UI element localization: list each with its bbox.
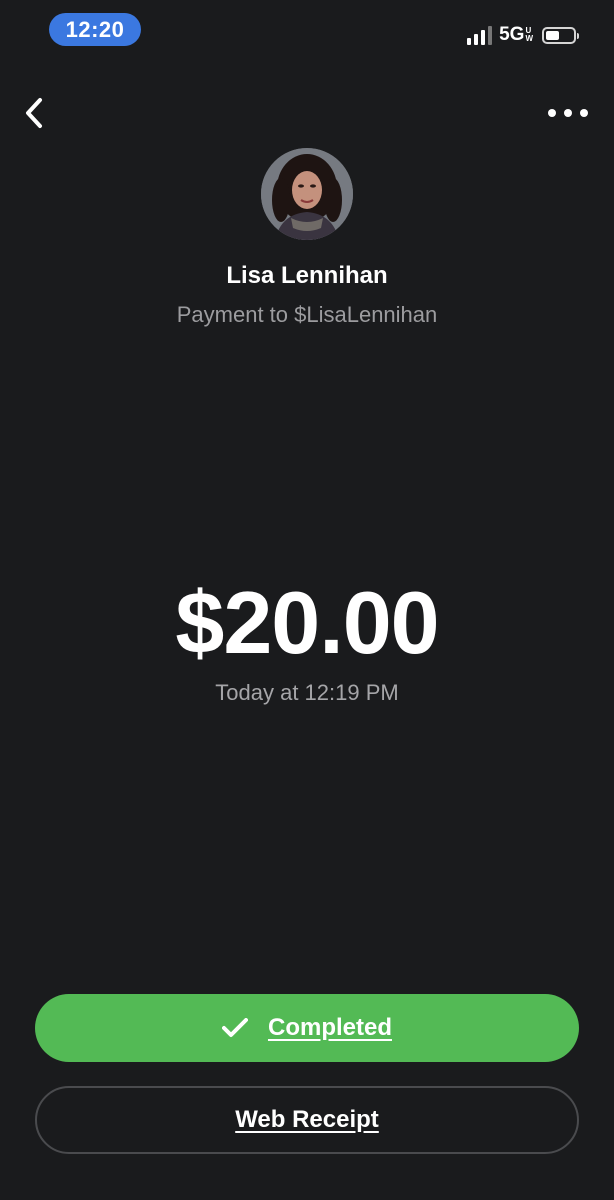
battery-level-fill xyxy=(546,30,559,40)
completed-label: Completed xyxy=(267,1014,392,1041)
more-horizontal-icon-dot xyxy=(564,109,572,117)
network-sub-bottom: W xyxy=(525,34,533,43)
cellular-signal-icon xyxy=(467,25,493,45)
web-receipt-button[interactable]: Web Receipt xyxy=(35,1086,579,1154)
completed-status-button[interactable]: Completed xyxy=(35,994,579,1062)
payment-detail-screen: 12:20 5G U W Lisa Lennihan Payment to $L… xyxy=(0,0,614,1200)
avatar xyxy=(261,148,353,240)
back-button[interactable] xyxy=(16,94,52,132)
payment-recipient-cashtag: Payment to $LisaLennihan xyxy=(176,302,438,327)
more-horizontal-icon-dot xyxy=(580,109,588,117)
checkmark-icon xyxy=(221,1018,248,1037)
payment-amount: $20.00 xyxy=(175,573,439,672)
recipient-name: Lisa Lennihan xyxy=(226,262,388,289)
payment-timestamp: Today at 12:19 PM xyxy=(215,680,399,705)
battery-icon xyxy=(542,26,579,44)
status-time: 12:20 xyxy=(49,13,141,46)
status-indicators: 5G U W xyxy=(467,22,579,48)
more-options-button[interactable] xyxy=(548,100,588,126)
network-type-label: 5G xyxy=(499,24,525,45)
network-type-suffix: U W xyxy=(525,27,533,43)
chevron-left-icon xyxy=(26,98,42,128)
network-type: 5G U W xyxy=(499,25,533,45)
web-receipt-label: Web Receipt xyxy=(235,1106,379,1133)
avatar-photo xyxy=(261,148,353,240)
more-horizontal-icon-dot xyxy=(548,109,556,117)
